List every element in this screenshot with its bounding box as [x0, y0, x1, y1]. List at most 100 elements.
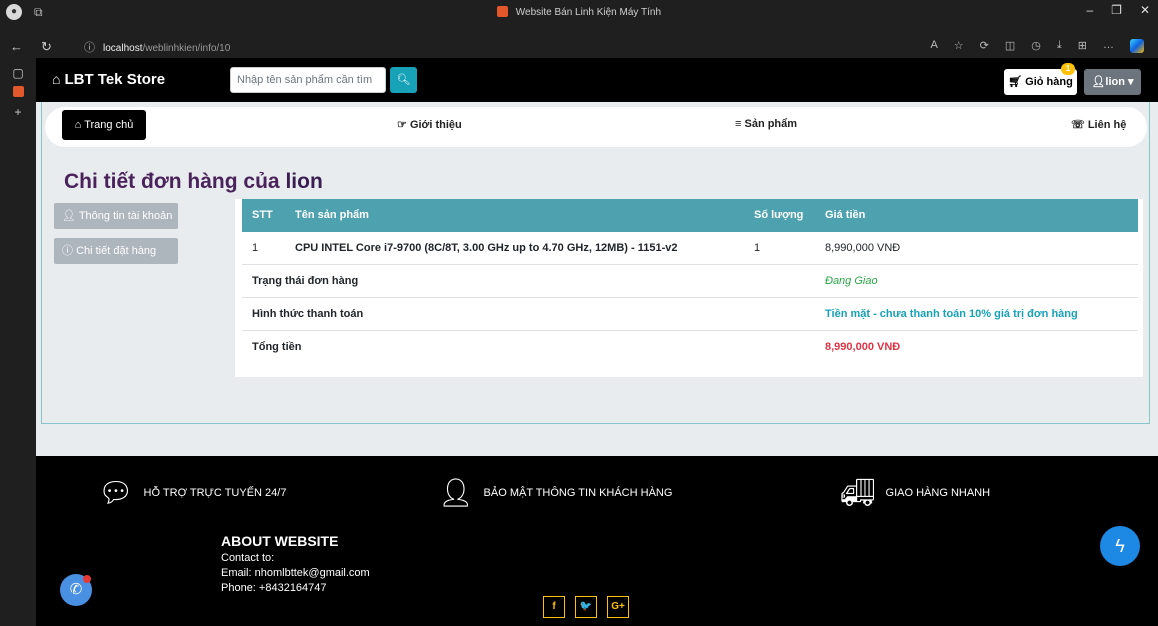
user-icon: 👤︎	[62, 210, 76, 222]
col-product: Tên sản phẩm	[295, 209, 369, 221]
status-value: Đang Giao	[825, 275, 878, 287]
user-icon: 👤︎	[1091, 76, 1106, 88]
sidebar-site-icon[interactable]	[12, 86, 24, 97]
download-icon[interactable]: ⤓	[1057, 39, 1062, 53]
menu-about[interactable]: ☞ Giới thiệu	[397, 118, 462, 131]
table-header: STT Tên sản phẩm Số lượng Giá tiền	[242, 199, 1138, 232]
payment-value: Tiền mặt - chưa thanh toán 10% giá trị đ…	[825, 308, 1078, 320]
brand-name: LBT Tek Store	[64, 71, 166, 88]
favicon-icon	[496, 6, 508, 17]
page-title: Chi tiết đơn hàng của lion	[64, 170, 323, 194]
restore-icon[interactable]: ❐	[1111, 3, 1122, 17]
search-input[interactable]	[230, 67, 386, 93]
total-row: Tổng tiền 8,990,000 VNĐ	[242, 331, 1138, 364]
top-navbar: ⌂LBT Tek Store 🔍︎ 🛒︎ Giỏ hàng 1 👤︎lion ▾	[36, 58, 1158, 102]
menu-contact[interactable]: ☏ Liên hệ	[1071, 118, 1126, 131]
brand-link[interactable]: ⌂ LBT Tek Store	[52, 71, 165, 88]
web-page: ⌂LBT Tek Store 🔍︎ 🛒︎ Giỏ hàng 1 👤︎lion ▾…	[36, 58, 1158, 626]
minimize-icon[interactable]: –	[1086, 3, 1093, 17]
caret-down-icon: ▾	[1128, 76, 1134, 88]
social-links: f 🐦 G+	[543, 596, 629, 618]
url-host: localhost	[103, 43, 143, 54]
more-icon[interactable]: …	[1103, 39, 1114, 53]
total-label: Tổng tiền	[252, 341, 302, 353]
col-stt: STT	[252, 209, 273, 221]
total-value: 8,990,000 VNĐ	[825, 341, 901, 353]
about-title: ABOUT WEBSITE	[221, 533, 339, 549]
footer: 💬︎ HỖ TRỢ TRỰC TUYẾN 24/7 👤︎ BẢO MẬT THÔ…	[36, 456, 1158, 626]
home-icon: ⌂	[74, 119, 82, 131]
pointer-hand-icon: ☞	[397, 119, 407, 131]
collections-icon[interactable]: ⊞	[1078, 39, 1087, 53]
payment-row: Hình thức thanh toán Tiền mặt - chưa tha…	[242, 298, 1138, 331]
messenger-icon: 💬︎	[98, 477, 134, 508]
cart-button[interactable]: 🛒︎ Giỏ hàng 1	[1004, 63, 1077, 95]
google-plus-icon[interactable]: G+	[607, 596, 629, 618]
contact-email: Email: nhomlbttek@gmail.com	[221, 567, 370, 579]
about-section: ABOUT WEBSITE Contact to: Email: nhomlbt…	[221, 534, 370, 596]
col-qty: Số lượng	[754, 209, 804, 221]
read-aloud-icon[interactable]: A	[930, 39, 937, 53]
sidebar-tabs-icon[interactable]: ▢	[0, 66, 36, 80]
browser-titlebar: ● ⧉ Website Bán Linh Kiện Máy Tính – ❐ ✕	[0, 0, 1158, 36]
menu-home[interactable]: ⌂ Trang chủ	[62, 110, 146, 140]
browser-tab[interactable]: Website Bán Linh Kiện Máy Tính	[0, 6, 1158, 18]
account-info-button[interactable]: 👤︎ Thông tin tài khoản	[54, 203, 178, 229]
phone-call-button[interactable]: ✆	[60, 574, 92, 606]
table-row: 1 CPU INTEL Core i7-9700 (8C/8T, 3.00 GH…	[242, 232, 1138, 265]
row-price: 8,990,000 VNĐ	[825, 242, 901, 254]
order-detail-button[interactable]: ⓘ Chi tiết đặt hàng	[54, 238, 178, 264]
twitter-icon[interactable]: 🐦	[575, 596, 597, 618]
contact-to: Contact to:	[221, 552, 275, 564]
row-stt: 1	[252, 242, 259, 254]
back-icon[interactable]: ←	[10, 39, 23, 55]
history-icon[interactable]: ◷	[1031, 39, 1041, 53]
messenger-chat-button[interactable]: ϟ	[1100, 526, 1140, 566]
refresh-icon[interactable]: ↻	[41, 39, 52, 55]
messenger-icon: ϟ	[1115, 536, 1125, 556]
favorite-star-icon[interactable]: ☆	[954, 39, 964, 53]
payment-label: Hình thức thanh toán	[252, 308, 364, 320]
menu-products[interactable]: ≡ Sản phẩm	[735, 118, 797, 130]
phone-icon: ✆	[69, 581, 83, 598]
search-button[interactable]: 🔍︎	[390, 67, 417, 93]
sidebar-add-icon[interactable]: +	[0, 105, 36, 119]
menu-contact-label: Liên hệ	[1087, 119, 1127, 131]
feature-security: 👤︎ BẢO MẬT THÔNG TIN KHÁCH HÀNG	[438, 476, 672, 510]
copilot-icon[interactable]	[1130, 39, 1144, 53]
user-label: lion	[1105, 76, 1125, 88]
facebook-icon[interactable]: f	[543, 596, 565, 618]
menu-home-label: Trang chủ	[84, 119, 134, 131]
page-title-prefix: Chi tiết đơn hàng của	[64, 170, 280, 193]
user-shield-icon: 👤︎	[438, 477, 474, 508]
status-label: Trạng thái đơn hàng	[252, 275, 359, 287]
feature-support-label: HỖ TRỢ TRỰC TUYẾN 24/7	[143, 487, 287, 499]
contact-phone: Phone: +8432164747	[221, 582, 327, 594]
col-price: Giá tiền	[825, 209, 866, 221]
home-icon: ⌂	[52, 71, 61, 87]
cart-label: Giỏ hàng	[1025, 76, 1073, 88]
close-icon[interactable]: ✕	[1140, 3, 1150, 17]
info-circle-icon: ⓘ	[62, 245, 73, 257]
site-info-icon[interactable]: ⓘ	[84, 42, 95, 54]
order-detail-label: Chi tiết đặt hàng	[76, 245, 157, 257]
extensions-icon[interactable]: ⟳	[980, 39, 989, 53]
row-qty: 1	[754, 242, 761, 254]
url-field[interactable]: ⓘ localhost/weblinhkien/info/10	[84, 39, 230, 55]
feature-delivery: 🚚︎ GIAO HÀNG NHANH	[840, 476, 990, 510]
main-menu: ⌂ Trang chủ ☞ Giới thiệu ≡ Sản phẩm ☏ Li…	[45, 107, 1147, 147]
menu-about-label: Giới thiệu	[409, 119, 462, 131]
feature-delivery-label: GIAO HÀNG NHANH	[885, 487, 991, 499]
address-bar: ← ↻ ⓘ localhost/weblinhkien/info/10 A ☆ ⟳…	[0, 36, 1158, 58]
tab-title: Website Bán Linh Kiện Máy Tính	[515, 7, 662, 18]
url-path: /weblinhkien/info/10	[142, 43, 231, 54]
feature-support: 💬︎ HỖ TRỢ TRỰC TUYẾN 24/7	[98, 476, 286, 510]
order-detail-panel: STT Tên sản phẩm Số lượng Giá tiền 1 CPU…	[235, 199, 1143, 377]
browser-sidebar: ▢ +	[0, 58, 36, 626]
feature-security-label: BẢO MẬT THÔNG TIN KHÁCH HÀNG	[483, 487, 673, 499]
split-screen-icon[interactable]: ◫	[1005, 39, 1015, 53]
truck-icon: 🚚︎	[840, 477, 876, 508]
contact-icon: ☏	[1071, 119, 1085, 131]
cart-icon: 🛒︎	[1008, 76, 1023, 88]
user-dropdown-button[interactable]: 👤︎lion ▾	[1084, 69, 1141, 95]
